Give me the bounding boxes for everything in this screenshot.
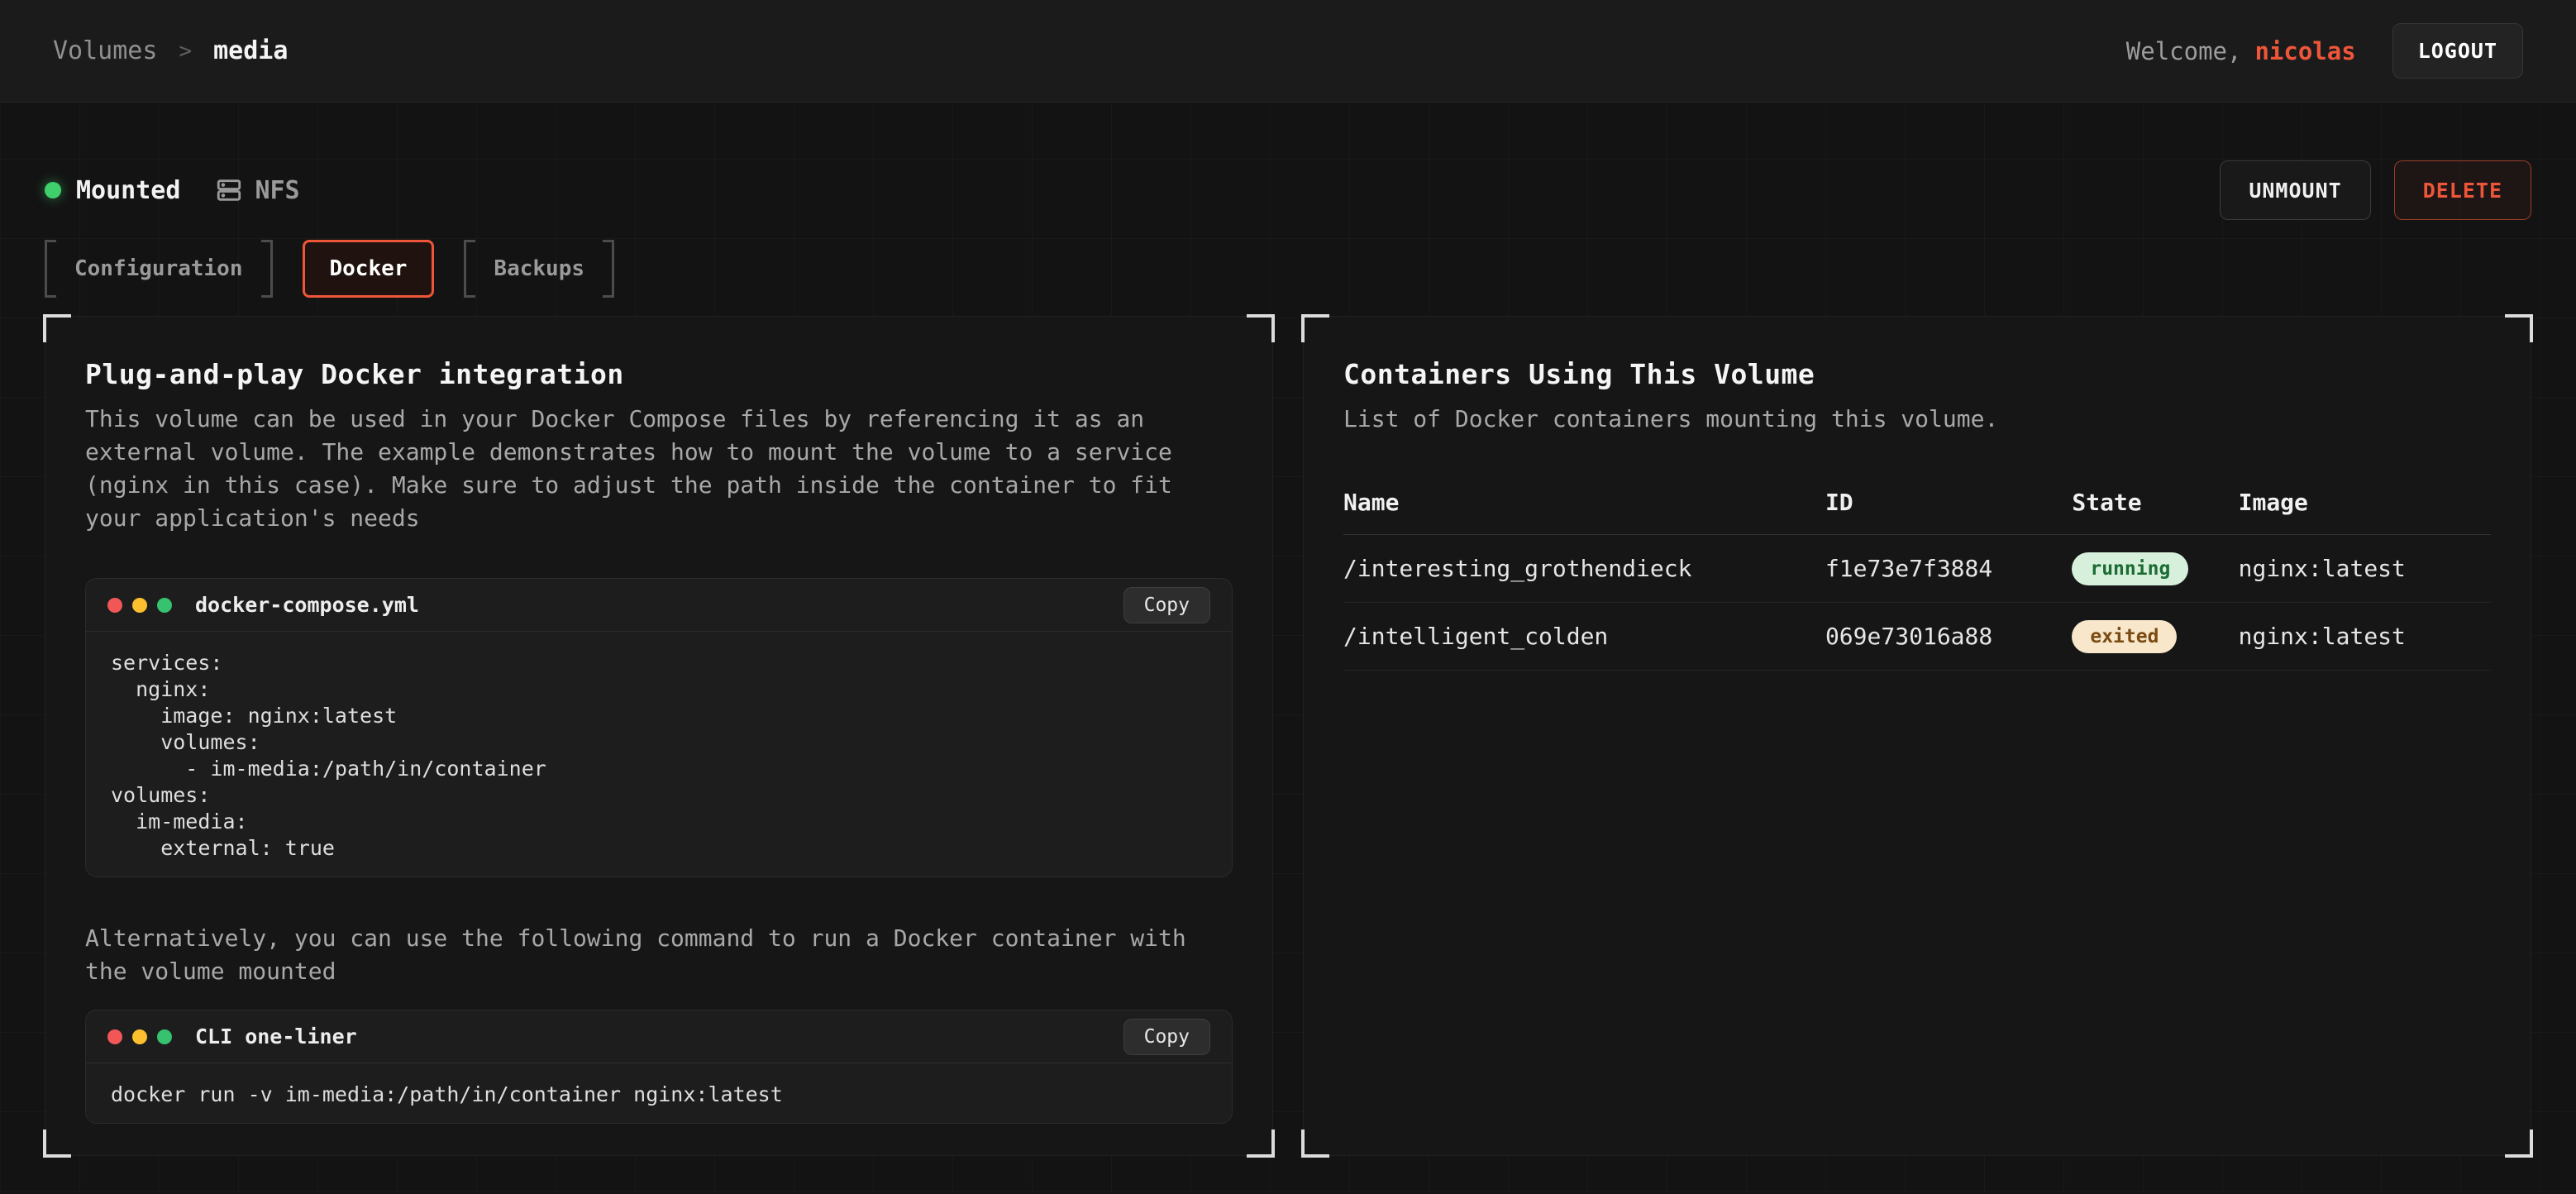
logout-button[interactable]: LOGOUT <box>2392 23 2523 79</box>
username: nicolas <box>2254 37 2355 65</box>
panel-corner-mark <box>43 314 71 342</box>
containers-panel-title: Containers Using This Volume <box>1343 356 2491 393</box>
cli-code-card: CLI one-liner Copy docker run -v im-medi… <box>85 1010 1233 1124</box>
volume-actions: UNMOUNT DELETE <box>2220 160 2531 220</box>
table-row: /interesting_grothendieck f1e73e7f3884 r… <box>1343 535 2491 603</box>
welcome-prefix: Welcome, <box>2126 37 2242 65</box>
window-dot-green-icon <box>157 1029 172 1044</box>
tab-bracket-right <box>261 240 273 298</box>
column-header-name: Name <box>1343 489 1825 516</box>
status-row: Mounted NFS UNMOUNT DELETE <box>45 160 2531 220</box>
panel-corner-mark <box>1301 1130 1329 1158</box>
panel-corner-mark <box>2505 1130 2533 1158</box>
window-dot-yellow-icon <box>132 598 147 613</box>
compose-code: services: nginx: image: nginx:latest vol… <box>86 632 1232 876</box>
panel-corner-mark <box>1301 314 1329 342</box>
panel-corner-mark <box>1247 314 1275 342</box>
compose-code-card: docker-compose.yml Copy services: nginx:… <box>85 578 1233 877</box>
header-right: Welcome, nicolas LOGOUT <box>2126 23 2523 79</box>
compose-code-header: docker-compose.yml Copy <box>86 579 1232 632</box>
mounted-status-dot <box>45 182 61 198</box>
window-dot-yellow-icon <box>132 1029 147 1044</box>
welcome-text: Welcome, nicolas <box>2126 37 2356 65</box>
unmount-button[interactable]: UNMOUNT <box>2220 160 2370 220</box>
mounted-label: Mounted <box>76 176 180 205</box>
tab-bar: Configuration Docker Backups <box>45 240 2531 298</box>
container-state-badge: running <box>2072 552 2188 585</box>
volume-status: Mounted NFS <box>45 176 300 205</box>
containers-table: Name ID State Image /interesting_grothen… <box>1343 489 2491 671</box>
column-header-id: ID <box>1825 489 2072 516</box>
volume-detail-page: Mounted NFS UNMOUNT DELETE Configuration… <box>0 103 2576 1156</box>
content-panels: Plug-and-play Docker integration This vo… <box>45 316 2531 1156</box>
tab-bracket-left <box>45 240 56 298</box>
tab-docker[interactable]: Docker <box>303 240 435 298</box>
containers-panel-subtitle: List of Docker containers mounting this … <box>1343 403 2491 436</box>
cli-filename: CLI one-liner <box>195 1024 357 1048</box>
cli-code: docker run -v im-media:/path/in/containe… <box>86 1063 1232 1123</box>
container-state-badge: exited <box>2072 620 2177 653</box>
tab-configuration[interactable]: Configuration <box>45 240 273 298</box>
breadcrumb: Volumes > media <box>53 36 288 65</box>
column-header-image: Image <box>2239 489 2491 516</box>
tab-backups-label: Backups <box>494 256 584 281</box>
panel-corner-mark <box>1247 1130 1275 1158</box>
window-dot-green-icon <box>157 598 172 613</box>
cli-code-header: CLI one-liner Copy <box>86 1010 1232 1063</box>
container-id: f1e73e7f3884 <box>1825 555 2072 582</box>
tab-bracket-right <box>603 240 614 298</box>
containers-panel: Containers Using This Volume List of Doc… <box>1303 316 2531 1156</box>
tab-backups[interactable]: Backups <box>464 240 614 298</box>
docker-integration-panel: Plug-and-play Docker integration This vo… <box>45 316 1273 1156</box>
window-dot-red-icon <box>107 1029 122 1044</box>
container-name: /interesting_grothendieck <box>1343 555 1825 582</box>
panel-corner-mark <box>2505 314 2533 342</box>
server-stack-icon <box>215 176 243 204</box>
top-bar: Volumes > media Welcome, nicolas LOGOUT <box>0 0 2576 103</box>
breadcrumb-separator: > <box>179 39 192 64</box>
breadcrumb-volumes-link[interactable]: Volumes <box>53 36 157 65</box>
tab-bracket-left <box>464 240 475 298</box>
container-name: /intelligent_colden <box>1343 623 1825 650</box>
panel-corner-mark <box>43 1130 71 1158</box>
nfs-label: NFS <box>255 176 299 205</box>
table-row: /intelligent_colden 069e73016a88 exited … <box>1343 603 2491 671</box>
column-header-state: State <box>2072 489 2238 516</box>
breadcrumb-current: media <box>213 36 288 65</box>
copy-cli-button[interactable]: Copy <box>1123 1019 1210 1055</box>
window-dot-red-icon <box>107 598 122 613</box>
docker-panel-title: Plug-and-play Docker integration <box>85 356 1233 393</box>
tab-docker-label: Docker <box>330 256 408 281</box>
tab-configuration-label: Configuration <box>74 256 243 281</box>
container-id: 069e73016a88 <box>1825 623 2072 650</box>
container-image: nginx:latest <box>2239 555 2491 582</box>
cli-intro-text: Alternatively, you can use the following… <box>85 922 1233 988</box>
delete-button[interactable]: DELETE <box>2394 160 2531 220</box>
copy-compose-button[interactable]: Copy <box>1123 587 1210 623</box>
container-image: nginx:latest <box>2239 623 2491 650</box>
containers-table-header: Name ID State Image <box>1343 489 2491 535</box>
docker-panel-description: This volume can be used in your Docker C… <box>85 403 1233 535</box>
compose-filename: docker-compose.yml <box>195 593 419 617</box>
